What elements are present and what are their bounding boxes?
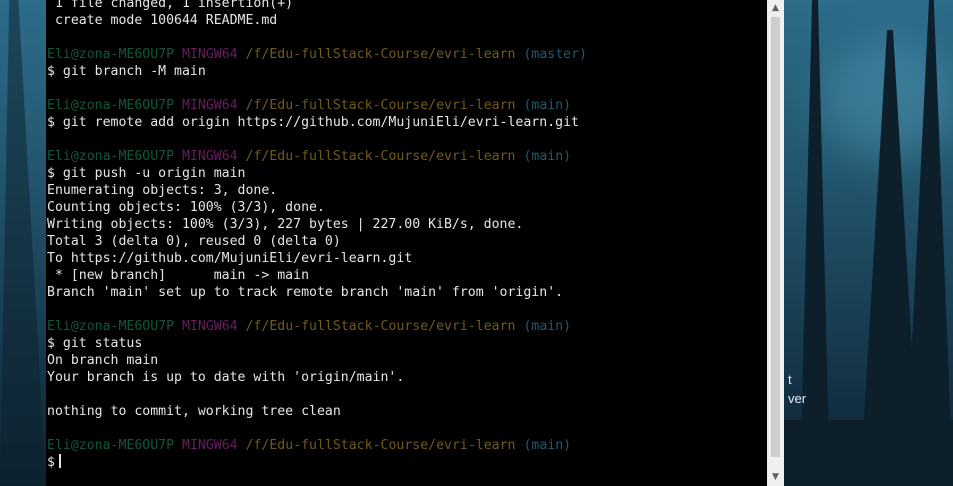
terminal-scrollbar[interactable]: ▲ ▼: [767, 0, 784, 486]
terminal-output-line: On branch main: [47, 353, 159, 368]
terminal-output-line: 1 file changed, 1 insertion(+): [47, 0, 294, 11]
prompt-branch: (main): [523, 438, 572, 453]
terminal-output-line: Counting objects: 100% (3/3), done.: [47, 200, 325, 215]
terminal-output-line: Branch 'main' set up to track remote bra…: [47, 285, 564, 300]
prompt-system: MINGW64: [182, 47, 238, 62]
terminal-output-line: * [new branch] main -> main: [47, 268, 310, 283]
terminal-output-line: Writing objects: 100% (3/3), 227 bytes |…: [47, 217, 524, 232]
prompt-user: Eli@zona-ME6OU7P: [47, 47, 175, 62]
text-cursor: [58, 454, 61, 468]
prompt-path: /f/Edu-fullStack-Course/evri-learn: [245, 438, 516, 453]
desktop-icon-label[interactable]: t: [788, 372, 792, 387]
terminal-output-line: nothing to commit, working tree clean: [47, 404, 341, 419]
terminal-command-line: $ git push -u origin main: [47, 166, 246, 181]
prompt-system: MINGW64: [182, 438, 238, 453]
desktop-icon-label[interactable]: ver: [788, 391, 806, 406]
terminal-output-line: Total 3 (delta 0), reused 0 (delta 0): [47, 234, 341, 249]
terminal-output-line: Your branch is up to date with 'origin/m…: [47, 370, 405, 385]
prompt-system: MINGW64: [182, 98, 238, 113]
prompt-branch: (main): [523, 149, 572, 164]
terminal-prompt-line: Eli@zona-ME6OU7P MINGW64 /f/Edu-fullStac…: [47, 46, 767, 63]
terminal-prompt-line: Eli@zona-ME6OU7P MINGW64 /f/Edu-fullStac…: [47, 437, 767, 454]
prompt-path: /f/Edu-fullStack-Course/evri-learn: [245, 47, 516, 62]
prompt-branch: (main): [523, 98, 572, 113]
terminal-output: 1 file changed, 1 insertion(+) create mo…: [47, 0, 767, 471]
prompt-path: /f/Edu-fullStack-Course/evri-learn: [245, 149, 516, 164]
terminal-output-line: Enumerating objects: 3, done.: [47, 183, 278, 198]
terminal-prompt-line: Eli@zona-ME6OU7P MINGW64 /f/Edu-fullStac…: [47, 318, 767, 335]
scroll-down-arrow-icon[interactable]: ▼: [767, 469, 784, 486]
terminal-command-line: $ git branch -M main: [47, 64, 206, 79]
scroll-up-arrow-icon[interactable]: ▲: [767, 0, 784, 17]
input-prompt-symbol: $: [47, 455, 55, 470]
wallpaper-tree: [800, 0, 830, 486]
terminal-input-line[interactable]: $: [47, 454, 767, 471]
prompt-branch: (main): [523, 319, 572, 334]
prompt-path: /f/Edu-fullStack-Course/evri-learn: [245, 319, 516, 334]
prompt-user: Eli@zona-ME6OU7P: [47, 319, 175, 334]
prompt-path: /f/Edu-fullStack-Course/evri-learn: [245, 98, 516, 113]
terminal-command-line: $ git remote add origin https://github.c…: [47, 115, 579, 130]
terminal-window[interactable]: 1 file changed, 1 insertion(+) create mo…: [46, 0, 767, 486]
prompt-system: MINGW64: [182, 319, 238, 334]
scroll-thumb[interactable]: [771, 17, 780, 457]
terminal-output-line: create mode 100644 README.md: [47, 13, 278, 28]
wallpaper-ground: [784, 420, 953, 486]
prompt-user: Eli@zona-ME6OU7P: [47, 438, 175, 453]
prompt-branch: (master): [523, 47, 587, 62]
wallpaper-tree: [0, 0, 46, 486]
prompt-user: Eli@zona-ME6OU7P: [47, 98, 175, 113]
terminal-command-line: $ git status: [47, 336, 143, 351]
prompt-system: MINGW64: [182, 149, 238, 164]
prompt-user: Eli@zona-ME6OU7P: [47, 149, 175, 164]
terminal-prompt-line: Eli@zona-ME6OU7P MINGW64 /f/Edu-fullStac…: [47, 148, 767, 165]
terminal-prompt-line: Eli@zona-ME6OU7P MINGW64 /f/Edu-fullStac…: [47, 97, 767, 114]
terminal-output-line: To https://github.com/MujuniEli/evri-lea…: [47, 251, 413, 266]
